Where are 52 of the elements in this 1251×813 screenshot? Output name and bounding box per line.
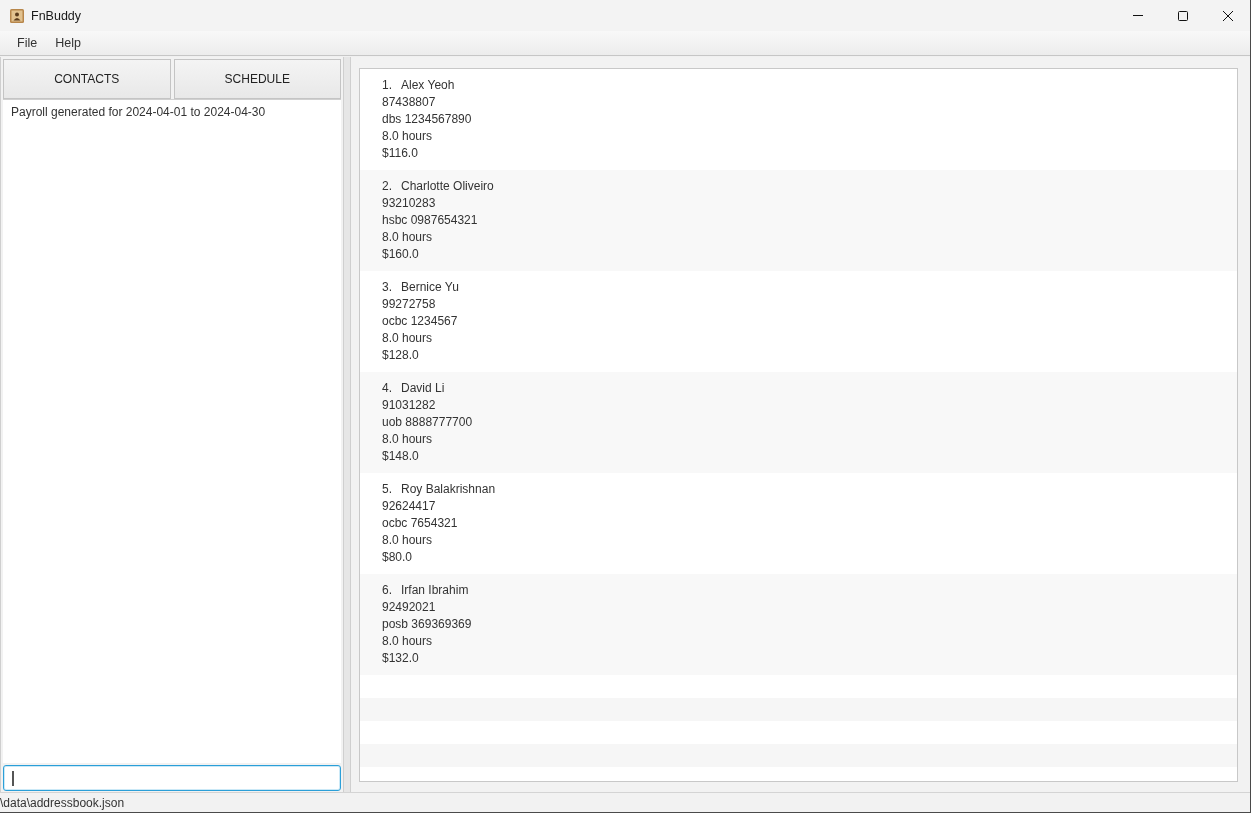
- command-input[interactable]: [3, 765, 341, 791]
- person-tile-icon: [10, 8, 24, 23]
- person-bank-account: ocbc 1234567: [382, 314, 458, 328]
- person-bank-account: hsbc 0987654321: [382, 213, 478, 227]
- person-card[interactable]: 2. Charlotte Oliveiro 93210283 hsbc 0987654321 8.0 hours $160.0: [360, 170, 1237, 271]
- window-title: FnBuddy: [31, 8, 82, 23]
- text-cursor-icon: [12, 770, 14, 786]
- person-pay: $80.0: [382, 550, 413, 564]
- person-name: Irfan Ibrahim: [401, 583, 469, 597]
- person-index: 4.: [382, 380, 392, 397]
- person-hours: 8.0 hours: [382, 634, 433, 648]
- person-name: Bernice Yu: [401, 280, 459, 294]
- person-phone: 99272758: [382, 297, 436, 311]
- menu-item[interactable]: File: [9, 34, 46, 52]
- minimize-icon: [1132, 15, 1143, 16]
- result-message: Payroll generated for 2024-04-01 to 2024-04-30: [11, 105, 266, 119]
- person-pay: $148.0: [382, 449, 419, 463]
- person-index: 6.: [382, 582, 392, 599]
- person-index: 2.: [382, 178, 392, 195]
- person-hours: 8.0 hours: [382, 331, 433, 345]
- person-index: 5.: [382, 481, 392, 498]
- person-bank-account: dbs 1234567890: [382, 112, 472, 126]
- person-phone: 87438807: [382, 95, 436, 109]
- close-icon: [1222, 10, 1233, 21]
- person-index: 3.: [382, 279, 392, 296]
- person-phone: 92492021: [382, 600, 436, 614]
- person-phone: 91031282: [382, 398, 436, 412]
- person-hours: 8.0 hours: [382, 432, 433, 446]
- person-name: Charlotte Oliveiro: [401, 179, 494, 193]
- person-hours: 8.0 hours: [382, 129, 433, 143]
- file-path: \data\addressbook.json: [0, 795, 125, 810]
- person-pay: $116.0: [382, 146, 418, 160]
- person-phone: 93210283: [382, 196, 436, 210]
- person-name: Alex Yeoh: [401, 78, 455, 92]
- view-button[interactable]: SCHEDULE: [173, 59, 341, 99]
- person-bank-account: posb 369369369: [382, 617, 472, 631]
- person-card[interactable]: 6. Irfan Ibrahim 92492021 posb 369369369 8.0 hours $132.0: [360, 574, 1237, 675]
- person-card[interactable]: 4. David Li 91031282 uob 8888777700 8.0 hours $148.0: [360, 372, 1237, 473]
- person-pay: $128.0: [382, 348, 419, 362]
- view-button[interactable]: CONTACTS: [3, 59, 171, 99]
- person-name: Roy Balakrishnan: [401, 482, 496, 496]
- person-bank-account: ocbc 7654321: [382, 516, 458, 530]
- person-name: David Li: [401, 381, 445, 395]
- person-hours: 8.0 hours: [382, 230, 433, 244]
- person-bank-account: uob 8888777700: [382, 415, 473, 429]
- menu-item[interactable]: Help: [47, 34, 89, 52]
- person-hours: 8.0 hours: [382, 533, 433, 547]
- maximize-icon: [1177, 10, 1188, 21]
- person-index: 1.: [382, 77, 392, 94]
- person-phone: 92624417: [382, 499, 436, 513]
- person-pay: $132.0: [382, 651, 419, 665]
- person-pay: $160.0: [382, 247, 419, 261]
